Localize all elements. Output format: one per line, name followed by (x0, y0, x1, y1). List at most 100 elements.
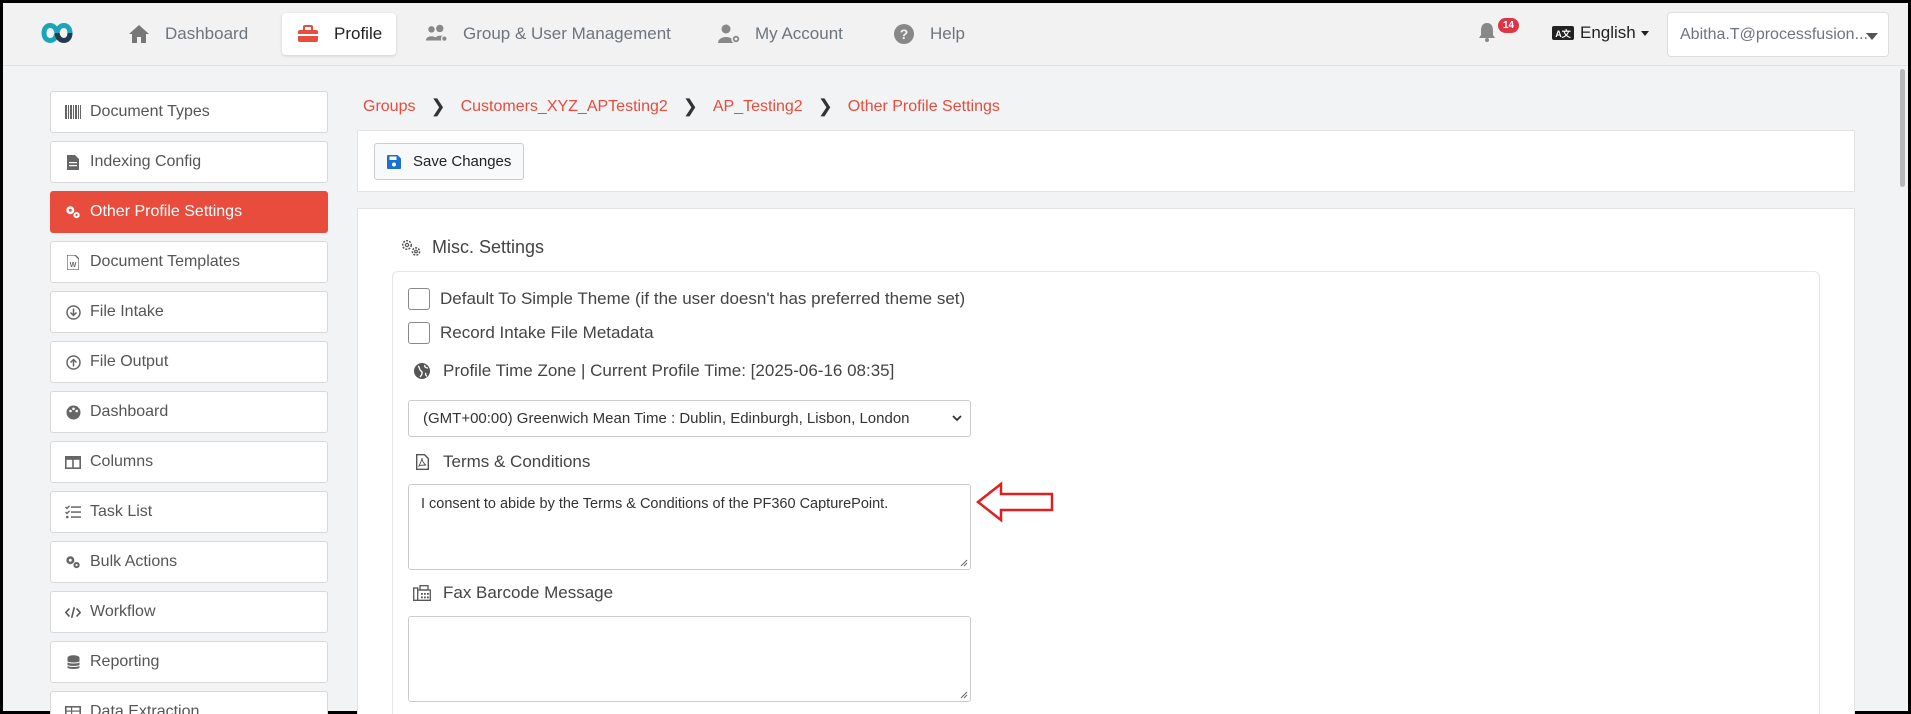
logo-icon[interactable] (30, 17, 84, 49)
misc-settings-card: Default To Simple Theme (if the user doe… (392, 271, 1820, 714)
nav-dashboard-label: Dashboard (165, 24, 249, 43)
language-icon: A文 (1552, 26, 1574, 40)
nav-my-account-label: My Account (755, 24, 843, 43)
breadcrumb-customer-group[interactable]: Customers_XYZ_APTesting2 (461, 98, 668, 116)
resize-grip-icon[interactable] (959, 690, 968, 699)
misc-settings-title: Misc. Settings (400, 237, 544, 258)
chevron-down-icon (952, 415, 962, 422)
breadcrumb-groups[interactable]: Groups (363, 98, 415, 116)
sidebar-item-document-types[interactable]: Document Types (50, 91, 328, 133)
terms-textarea[interactable]: I consent to abide by the Terms & Condit… (408, 484, 971, 570)
sidebar-item-label: Reporting (90, 653, 160, 670)
timezone-select[interactable]: (GMT+00:00) Greenwich Mean Time : Dublin… (408, 400, 971, 437)
sidebar-item-data-extraction[interactable]: Data Extraction (50, 691, 328, 714)
arrow-circle-up-icon (65, 354, 81, 370)
sidebar-item-dashboard[interactable]: Dashboard (50, 391, 328, 433)
chevron-down-icon (1640, 30, 1649, 36)
bell-icon[interactable] (1477, 21, 1497, 43)
users-cog-icon (425, 22, 449, 46)
sidebar-item-label: Task List (90, 503, 153, 520)
save-changes-label: Save Changes (413, 153, 512, 170)
sidebar-item-label: Dashboard (90, 403, 169, 420)
toolbar-panel: Save Changes (357, 130, 1855, 192)
sidebar-item-label: Document Types (90, 103, 210, 120)
sidebar-item-label: Data Extraction (90, 703, 200, 714)
svg-text:W: W (70, 262, 77, 269)
language-dropdown[interactable]: A文 English (1552, 23, 1649, 43)
scrollbar-thumb[interactable] (1900, 69, 1905, 187)
barcode-icon (65, 104, 81, 120)
fax-heading: Fax Barcode Message (413, 583, 613, 603)
fax-label: Fax Barcode Message (443, 583, 614, 602)
nav-my-account[interactable]: My Account (703, 13, 857, 55)
misc-settings-title-text: Misc. Settings (432, 237, 545, 257)
breadcrumb: Groups ❯ Customers_XYZ_APTesting2 ❯ AP_T… (363, 96, 1000, 117)
save-icon (387, 154, 401, 169)
language-label: English (1580, 23, 1636, 42)
save-changes-button[interactable]: Save Changes (374, 143, 525, 180)
nav-profile[interactable]: Profile (282, 13, 397, 55)
nav-help-label: Help (930, 24, 965, 43)
sidebar-item-label: Bulk Actions (90, 553, 178, 570)
resize-grip-icon[interactable] (959, 558, 968, 567)
cogs-icon (65, 554, 81, 570)
sidebar-item-label: File Intake (90, 303, 164, 320)
user-dropdown[interactable]: Abitha.T@processfusion... (1667, 12, 1889, 57)
fax-icon (413, 584, 431, 602)
sidebar-item-reporting[interactable]: Reporting (50, 641, 328, 683)
terms-heading: Terms & Conditions (413, 452, 590, 472)
simple-theme-checkbox[interactable] (408, 288, 430, 310)
cogs-icon (401, 239, 421, 256)
sidebar-item-label: File Output (90, 353, 169, 370)
tasks-icon (65, 504, 81, 520)
breadcrumb-profile[interactable]: AP_Testing2 (713, 98, 803, 116)
sidebar-item-file-intake[interactable]: File Intake (50, 291, 328, 333)
sidebar-item-other-profile-settings[interactable]: Other Profile Settings (50, 191, 328, 233)
sidebar-item-label: Other Profile Settings (90, 203, 243, 220)
table-icon (65, 704, 81, 714)
nav-group-user-management[interactable]: Group & User Management (411, 13, 685, 55)
record-metadata-label: Record Intake File Metadata (440, 323, 654, 342)
timezone-label: Profile Time Zone | Current Profile Time… (443, 361, 895, 380)
breadcrumb-current: Other Profile Settings (847, 97, 1000, 115)
chevron-right-icon: ❯ (817, 96, 833, 116)
nav-help[interactable]: ? Help (878, 13, 979, 55)
question-circle-icon: ? (892, 22, 916, 46)
fax-textarea[interactable] (408, 616, 971, 702)
chevron-right-icon: ❯ (682, 96, 698, 116)
sidebar-item-task-list[interactable]: Task List (50, 491, 328, 533)
file-icon (65, 154, 81, 170)
sidebar-item-document-templates[interactable]: W Document Templates (50, 241, 328, 283)
code-icon (65, 604, 81, 620)
file-pdf-icon (413, 453, 431, 471)
sidebar-item-columns[interactable]: Columns (50, 441, 328, 483)
globe-icon (413, 362, 431, 380)
simple-theme-label: Default To Simple Theme (if the user doe… (440, 289, 966, 308)
record-metadata-checkbox[interactable] (408, 322, 430, 344)
caret-down-icon (1866, 33, 1878, 40)
nav-dashboard[interactable]: Dashboard (113, 13, 262, 55)
chevron-right-icon: ❯ (430, 96, 446, 116)
cogs-icon (65, 204, 81, 220)
sidebar-item-bulk-actions[interactable]: Bulk Actions (50, 541, 328, 583)
sidebar-item-indexing-config[interactable]: Indexing Config (50, 141, 328, 183)
sidebar-item-label: Workflow (90, 603, 156, 620)
svg-text:?: ? (900, 26, 909, 42)
simple-theme-option: Default To Simple Theme (if the user doe… (408, 288, 965, 310)
top-navbar: Dashboard Profile Group & User Managemen… (3, 3, 1908, 66)
nav-group-user-management-label: Group & User Management (463, 24, 671, 43)
terms-value: I consent to abide by the Terms & Condit… (421, 496, 889, 512)
nav-profile-label: Profile (334, 24, 383, 43)
timezone-value: (GMT+00:00) Greenwich Mean Time : Dublin… (423, 410, 910, 427)
sidebar-item-workflow[interactable]: Workflow (50, 591, 328, 633)
terms-label: Terms & Conditions (443, 452, 591, 471)
user-cog-icon (717, 22, 741, 46)
record-metadata-option: Record Intake File Metadata (408, 322, 654, 344)
user-email: Abitha.T@processfusion... (1680, 25, 1868, 43)
columns-icon (65, 454, 81, 470)
sidebar-item-label: Columns (90, 453, 154, 470)
annotation-arrow-icon (976, 481, 1054, 523)
sidebar-item-file-output[interactable]: File Output (50, 341, 328, 383)
notification-badge: 14 (1498, 18, 1520, 33)
home-icon (127, 22, 151, 46)
